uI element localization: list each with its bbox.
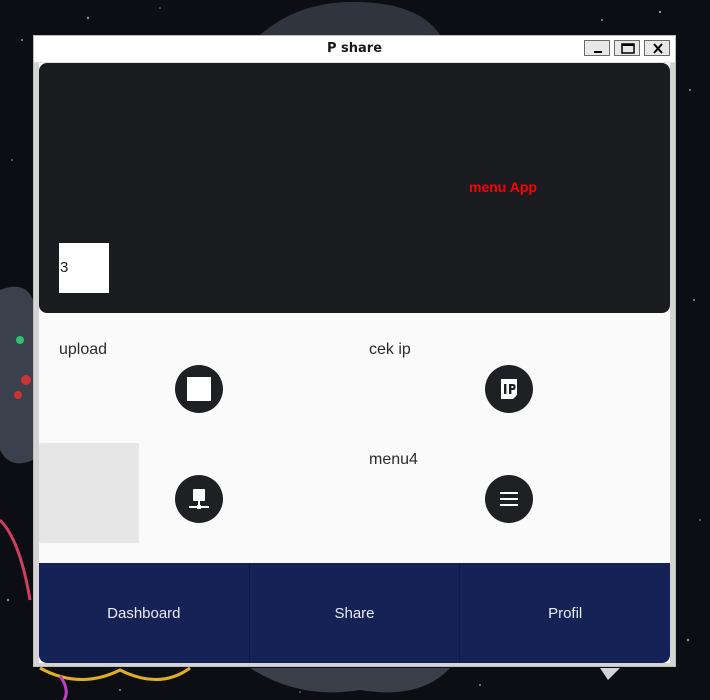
maximize-icon — [621, 43, 635, 54]
menu-label-upload: upload — [59, 341, 108, 358]
title-bar[interactable]: P share — [34, 36, 675, 63]
menu-label-menu4: menu4 — [369, 451, 418, 468]
close-icon — [653, 43, 663, 54]
nav-profil-button[interactable]: Profil — [460, 563, 670, 663]
menu-label-cek-ip: cek ip — [369, 341, 411, 358]
maximize-button[interactable] — [614, 40, 640, 56]
header-panel: menu App 3 — [39, 63, 670, 313]
cek-ip-button[interactable] — [485, 365, 533, 413]
nav-share-button[interactable]: Share — [249, 563, 461, 663]
menu4-button[interactable] — [485, 475, 533, 523]
image-placeholder — [39, 443, 139, 543]
window-title: P share — [326, 41, 383, 56]
network-icon — [189, 489, 209, 509]
header-title: menu App — [469, 179, 537, 195]
counter-box: 3 — [59, 243, 109, 293]
network-button[interactable] — [175, 475, 223, 523]
bottom-navigation: Dashboard Share Profil — [39, 563, 670, 663]
hamburger-menu-icon — [500, 492, 518, 506]
ip-icon — [501, 379, 517, 399]
nav-dashboard-button[interactable]: Dashboard — [39, 563, 250, 663]
stop-square-icon — [187, 377, 211, 401]
close-button[interactable] — [644, 40, 670, 56]
app-content: menu App 3 upload cek ip menu4 Dashboard… — [39, 63, 670, 663]
upload-button[interactable] — [175, 365, 223, 413]
minimize-icon — [594, 51, 602, 53]
minimize-button[interactable] — [584, 40, 610, 56]
app-window: P share menu App 3 upload cek ip menu4 D… — [33, 35, 676, 667]
